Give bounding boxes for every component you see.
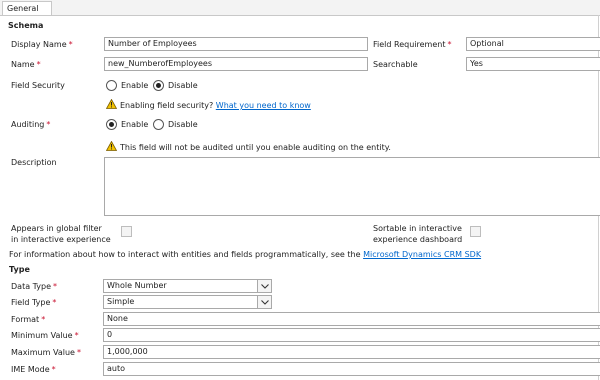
tab-general[interactable]: General xyxy=(2,1,52,15)
display-name-label: Display Name * xyxy=(11,40,73,49)
tab-bar: General xyxy=(0,0,600,16)
data-type-select[interactable]: Whole Number xyxy=(103,279,272,293)
auditing-enable-label: Enable xyxy=(121,120,149,129)
auditing-disable-radio[interactable] xyxy=(153,119,164,130)
description-textarea[interactable] xyxy=(104,157,600,216)
field-requirement-label: Field Requirement * xyxy=(373,40,452,49)
global-filter-label: Appears in global filter in interactive e… xyxy=(11,224,111,244)
searchable-select[interactable]: Yes xyxy=(466,57,600,71)
sortable-checkbox[interactable] xyxy=(470,226,481,237)
what-you-need-to-know-link[interactable]: What you need to know xyxy=(216,101,311,110)
ime-mode-label: IME Mode * xyxy=(11,365,56,374)
display-name-input[interactable]: Number of Employees xyxy=(104,37,368,51)
field-type-label: Field Type * xyxy=(11,298,57,307)
field-security-disable-label: Disable xyxy=(168,81,198,90)
maximum-value-label: Maximum Value * xyxy=(11,348,81,357)
warning-icon xyxy=(106,99,117,109)
minimum-value-input[interactable]: 0 xyxy=(103,328,600,342)
field-requirement-select[interactable]: Optional xyxy=(466,37,600,51)
field-security-enable-label: Enable xyxy=(121,81,149,90)
name-input[interactable]: new_NumberofEmployees xyxy=(104,57,368,71)
auditing-label: Auditing * xyxy=(11,120,51,129)
format-select[interactable]: None xyxy=(103,312,600,326)
data-type-label: Data Type * xyxy=(11,282,58,291)
chevron-down-icon xyxy=(257,296,271,308)
field-security-label: Field Security xyxy=(11,81,65,90)
searchable-label: Searchable xyxy=(373,60,418,69)
global-filter-checkbox[interactable] xyxy=(121,226,132,237)
description-label: Description xyxy=(11,158,57,167)
auditing-disable-label: Disable xyxy=(168,120,198,129)
maximum-value-input[interactable]: 1,000,000 xyxy=(103,345,600,359)
field-security-disable-radio[interactable] xyxy=(153,80,164,91)
field-security-notice: Enabling field security? What you need t… xyxy=(120,101,311,110)
type-heading: Type xyxy=(9,265,30,274)
sortable-label: Sortable in interactive experience dashbo… xyxy=(373,224,463,244)
warning-icon xyxy=(106,141,117,151)
field-security-enable-radio[interactable] xyxy=(106,80,117,91)
auditing-notice: This field will not be audited until you… xyxy=(120,143,391,152)
auditing-enable-radio[interactable] xyxy=(106,119,117,130)
schema-heading: Schema xyxy=(8,21,44,30)
sdk-info-text: For information about how to interact wi… xyxy=(9,250,482,259)
chevron-down-icon xyxy=(257,280,271,292)
ime-mode-select[interactable]: auto xyxy=(103,362,600,376)
minimum-value-label: Minimum Value * xyxy=(11,331,79,340)
crm-sdk-link[interactable]: Microsoft Dynamics CRM SDK xyxy=(363,250,481,259)
field-type-select[interactable]: Simple xyxy=(103,295,272,309)
name-label: Name * xyxy=(11,60,41,69)
format-label: Format * xyxy=(11,315,46,324)
